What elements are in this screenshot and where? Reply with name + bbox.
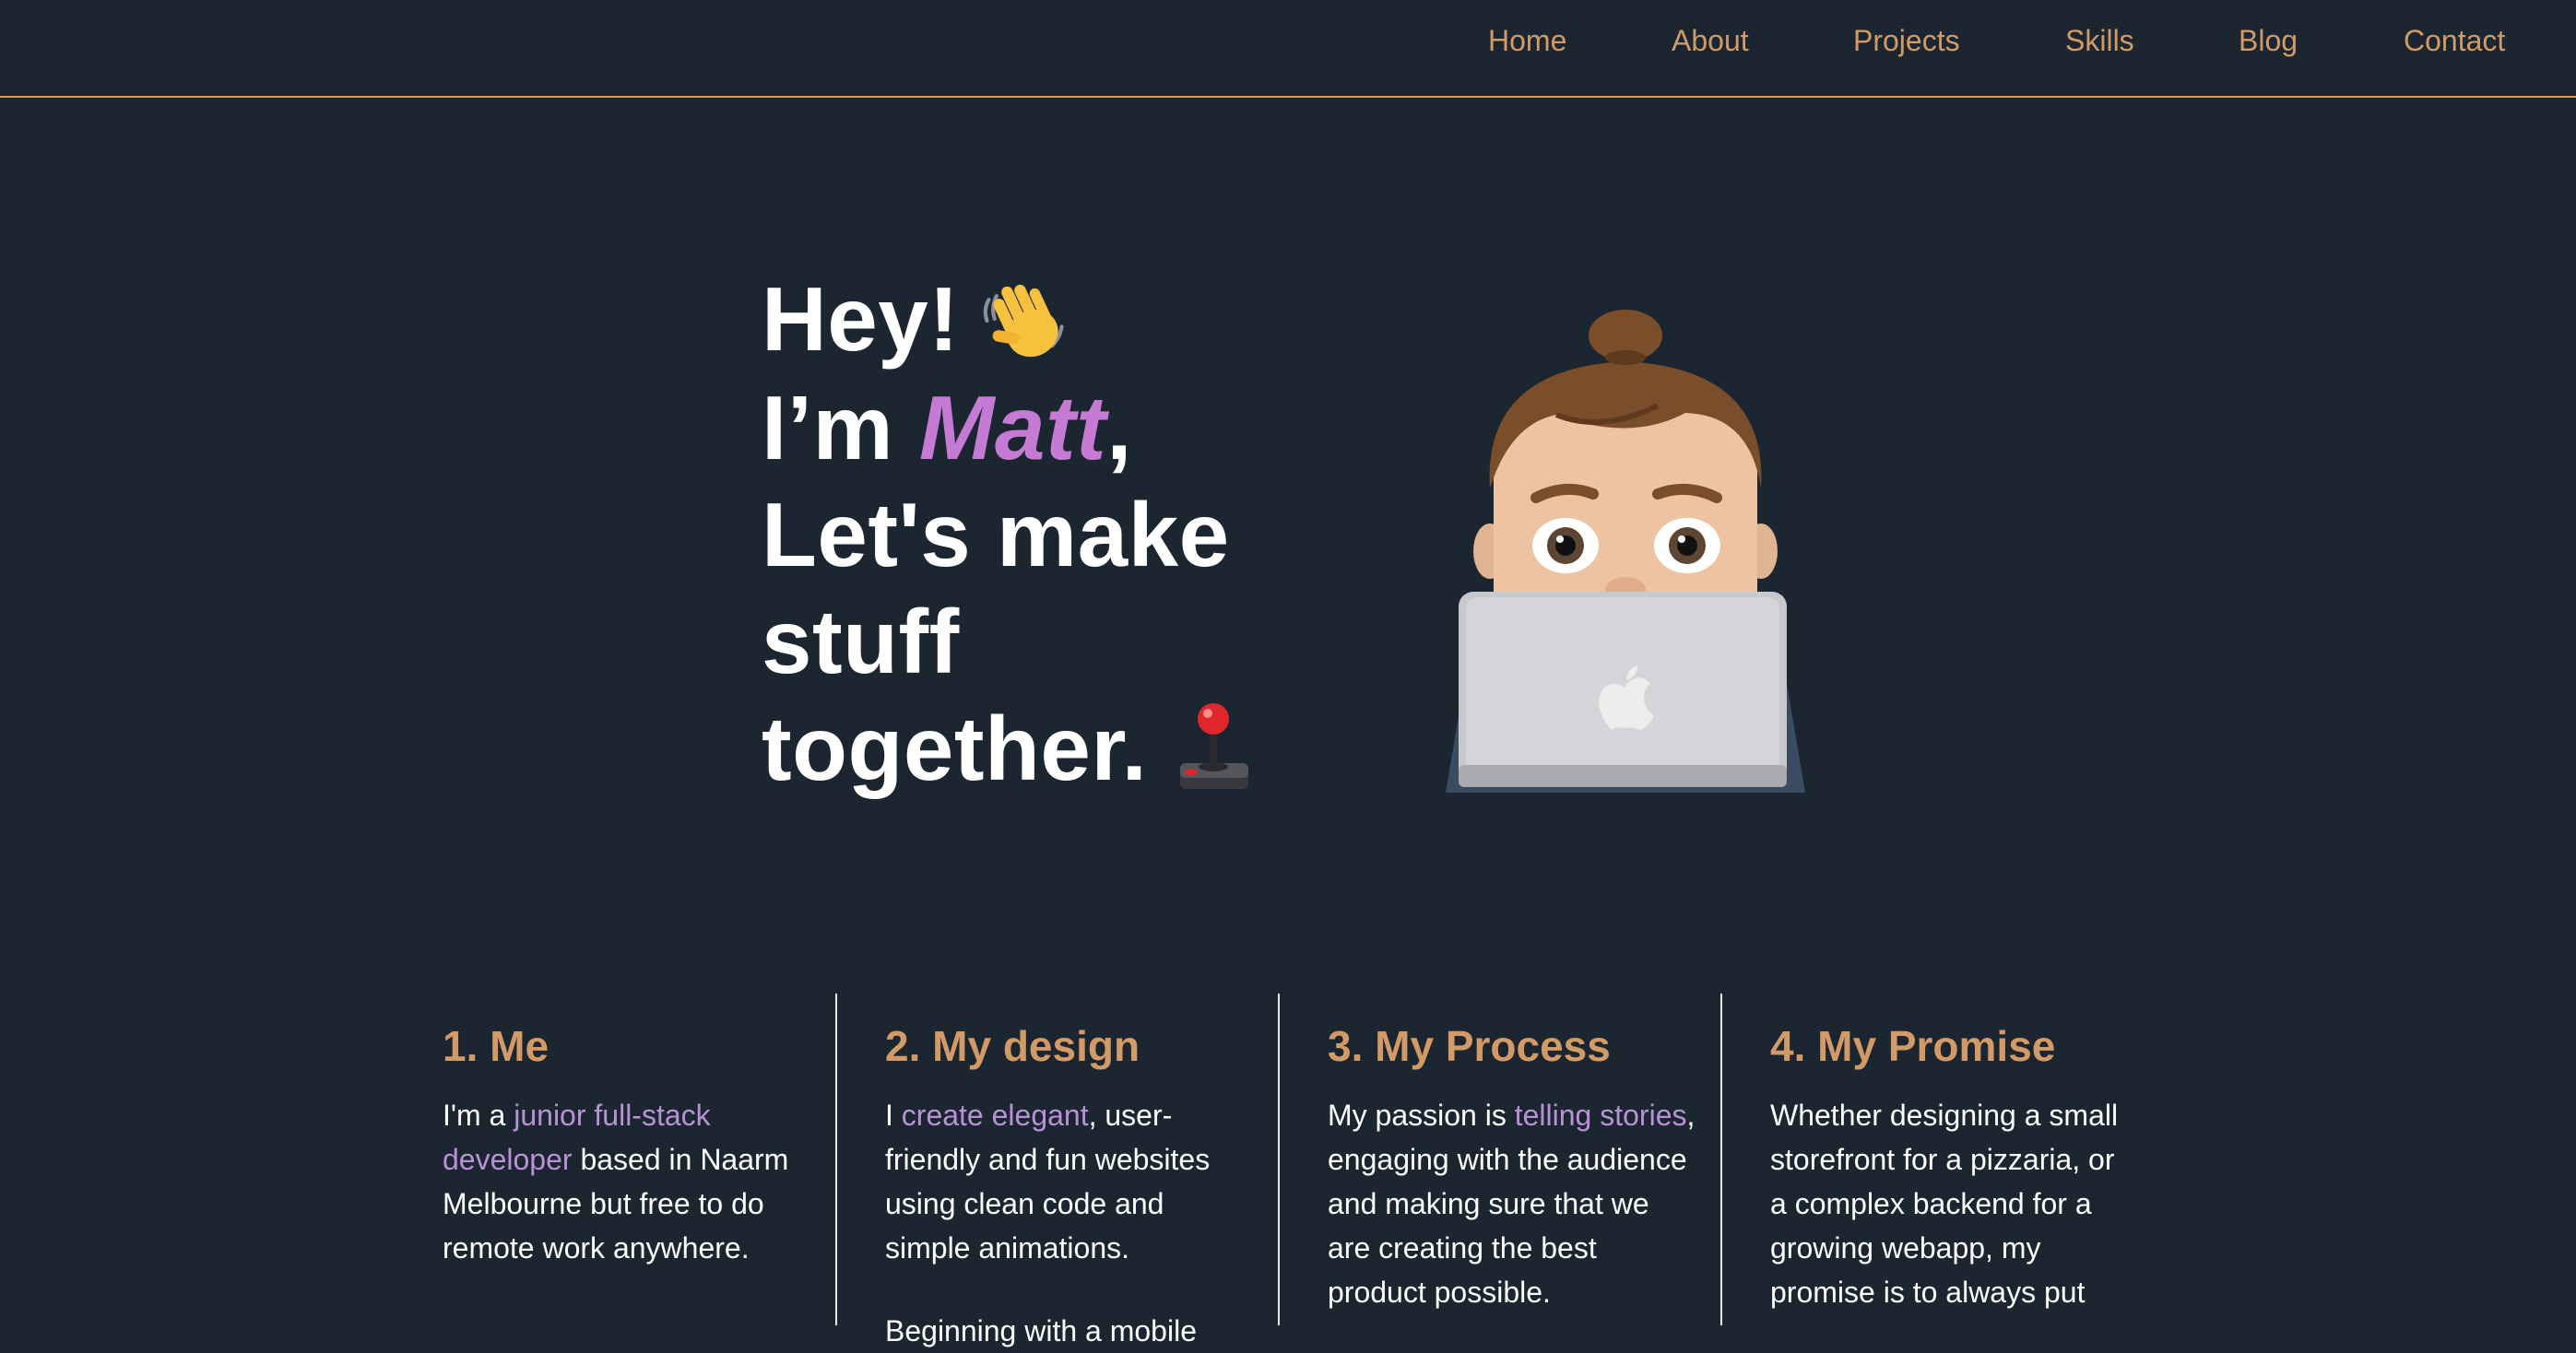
hero-line-stuff: stuff xyxy=(762,591,960,693)
joystick-icon xyxy=(1180,703,1249,790)
column-text: My passion is telling stories, engaging … xyxy=(1328,1093,1696,1314)
hero-line-lets-make: Let's make xyxy=(762,484,1230,586)
hero-comma: , xyxy=(1106,377,1132,479)
highlighted-text: create elegant xyxy=(901,1099,1089,1132)
column-text: I create elegant, user-friendly and fun … xyxy=(885,1093,1235,1270)
column-divider xyxy=(835,994,837,1325)
waving-hand-icon xyxy=(984,285,1065,358)
nav-link-about[interactable]: About xyxy=(1672,24,1749,58)
nav-link-skills[interactable]: Skills xyxy=(2065,24,2134,58)
hero-together-text: together. xyxy=(762,698,1148,800)
column-text: Whether designing a small storefront for… xyxy=(1770,1093,2139,1314)
hero-im-text: I’m xyxy=(762,377,919,479)
hero-name: Matt xyxy=(918,377,1107,479)
nav-link-home[interactable]: Home xyxy=(1488,24,1566,58)
hero-line-name: I’m Matt, xyxy=(762,374,1256,481)
text-segment: Whether designing a small storefront for… xyxy=(1770,1099,2119,1309)
column-title: 2. My design xyxy=(885,1022,1140,1070)
column-text-continued: Beginning with a mobile xyxy=(885,1314,1197,1347)
hero-line-together: together. xyxy=(762,695,1256,804)
hero-line-greeting: Hey! xyxy=(762,265,1256,374)
hero-heading: Hey! I’m Matt, Let's make stuff together… xyxy=(762,265,1256,804)
nav-link-contact[interactable]: Contact xyxy=(2404,24,2505,58)
top-navigation: Home About Projects Skills Blog Contact xyxy=(0,0,2576,98)
column-my-process: 3. My Process My passion is telling stor… xyxy=(1328,994,1696,1314)
column-title: 1. Me xyxy=(443,1022,549,1070)
column-title: 3. My Process xyxy=(1328,1022,1611,1070)
hero-greeting-text: Hey! xyxy=(762,268,960,370)
column-title: 4. My Promise xyxy=(1770,1022,2056,1070)
column-text: I'm a junior full-stack developer based … xyxy=(443,1093,811,1270)
column-me: 1. Me I'm a junior full-stack developer … xyxy=(443,994,811,1270)
text-segment: I xyxy=(885,1099,902,1132)
column-my-design: 2. My design I create elegant, user-frie… xyxy=(885,994,1235,1353)
highlighted-text: telling stories xyxy=(1514,1099,1687,1132)
memoji-laptop-avatar xyxy=(1446,310,1805,793)
column-my-promise: 4. My Promise Whether designing a small … xyxy=(1770,994,2139,1314)
nav-link-blog[interactable]: Blog xyxy=(2239,24,2298,58)
column-divider xyxy=(1720,994,1722,1325)
text-segment: I'm a xyxy=(443,1099,514,1132)
nav-link-projects[interactable]: Projects xyxy=(1853,24,1960,58)
column-divider xyxy=(1278,994,1280,1325)
text-segment: My passion is xyxy=(1328,1099,1515,1132)
